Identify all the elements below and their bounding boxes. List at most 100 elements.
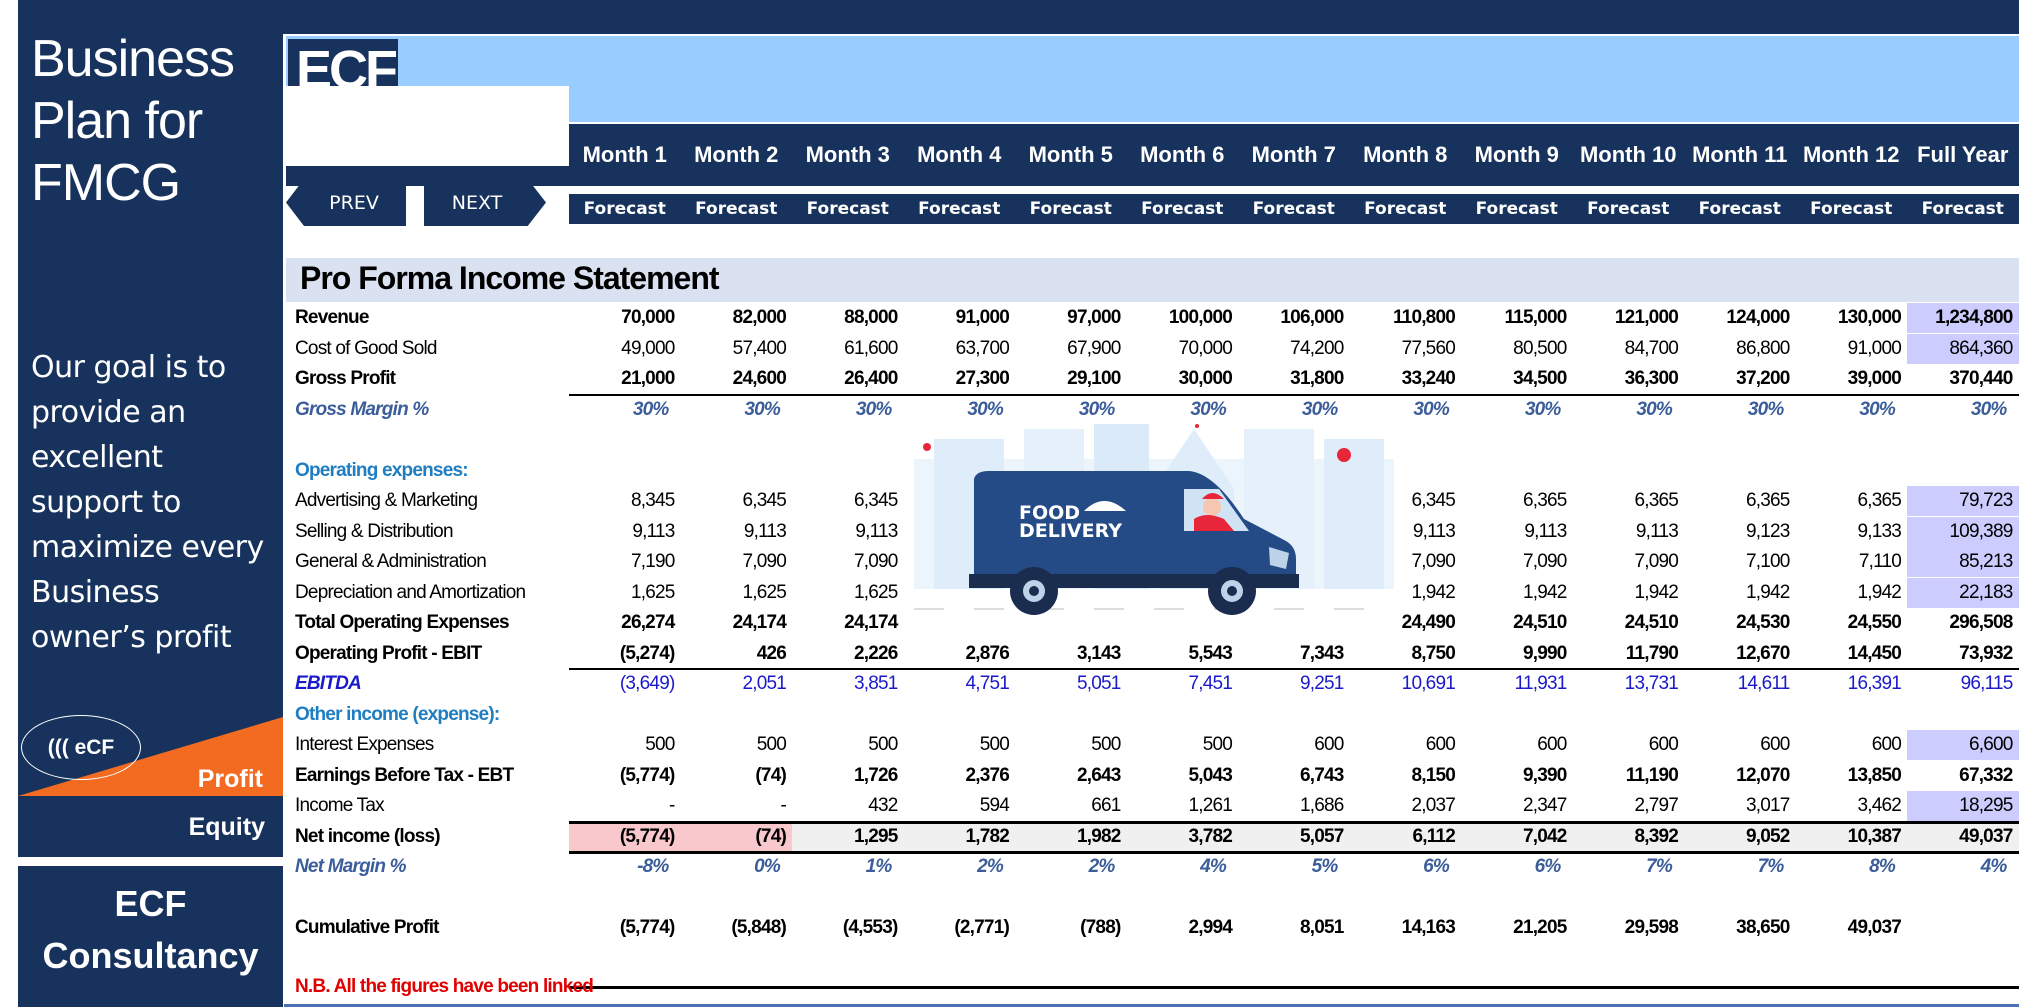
cell-9[interactable]: 1,942 xyxy=(1573,578,1685,608)
cell-0[interactable]: 30% xyxy=(569,395,681,425)
cell-12[interactable]: 49,037 xyxy=(1907,821,2019,852)
cell-4[interactable]: 5,051 xyxy=(1015,669,1127,699)
cell-12[interactable]: 79,723 xyxy=(1907,486,2019,516)
cell-11[interactable]: 10,387 xyxy=(1795,821,1907,852)
cell-2[interactable]: 1,625 xyxy=(792,578,904,608)
cell-11[interactable]: 3,462 xyxy=(1796,791,1908,821)
cell-5[interactable]: 4% xyxy=(1127,852,1239,882)
cell-8[interactable]: 7,042 xyxy=(1461,821,1573,852)
cell-8[interactable]: 7,090 xyxy=(1461,547,1573,577)
cell-11[interactable]: 24,550 xyxy=(1796,608,1908,638)
cell-8[interactable]: 115,000 xyxy=(1461,303,1573,333)
cell-12[interactable]: 864,360 xyxy=(1907,333,2019,364)
cell-11[interactable]: 49,037 xyxy=(1796,913,1908,943)
cell-1[interactable]: 6,345 xyxy=(681,486,793,516)
cell-1[interactable]: 24,600 xyxy=(681,364,793,394)
cell-9[interactable]: 121,000 xyxy=(1573,303,1685,333)
cell-12[interactable]: 4% xyxy=(1907,852,2019,882)
cell-3[interactable]: 2,876 xyxy=(904,639,1016,669)
cell-9[interactable]: 7% xyxy=(1573,852,1685,882)
cell-4[interactable]: 29,100 xyxy=(1015,364,1127,394)
cell-4[interactable]: 2,643 xyxy=(1015,761,1127,791)
cell-10[interactable]: 86,800 xyxy=(1684,334,1796,364)
cell-1[interactable]: 82,000 xyxy=(681,303,793,333)
cell-3[interactable]: 500 xyxy=(904,730,1016,760)
cell-8[interactable]: 1,942 xyxy=(1461,578,1573,608)
cell-7[interactable]: 110,800 xyxy=(1350,303,1462,333)
cell-10[interactable]: 38,650 xyxy=(1684,913,1796,943)
cell-5[interactable]: 100,000 xyxy=(1127,303,1239,333)
cell-11[interactable]: 39,000 xyxy=(1796,364,1908,394)
cell-5[interactable]: 3,782 xyxy=(1126,821,1238,852)
cell-1[interactable]: 1,625 xyxy=(681,578,793,608)
cell-12[interactable]: 67,332 xyxy=(1907,761,2019,791)
cell-4[interactable]: 1,982 xyxy=(1015,821,1127,852)
cell-0[interactable]: (5,274) xyxy=(569,639,681,669)
cell-9[interactable]: 11,790 xyxy=(1573,639,1685,669)
cell-5[interactable]: 500 xyxy=(1127,730,1239,760)
cell-0[interactable]: (5,774) xyxy=(569,761,681,791)
cell-2[interactable]: 1,726 xyxy=(792,761,904,791)
cell-12[interactable]: 370,440 xyxy=(1907,364,2019,394)
cell-3[interactable]: 4,751 xyxy=(904,669,1016,699)
cell-7[interactable]: 77,560 xyxy=(1350,334,1462,364)
cell-9[interactable]: 8,392 xyxy=(1572,821,1684,852)
cell-10[interactable]: 3,017 xyxy=(1684,791,1796,821)
cell-10[interactable]: 7% xyxy=(1684,852,1796,882)
cell-6[interactable]: 106,000 xyxy=(1238,303,1350,333)
cell-9[interactable]: 84,700 xyxy=(1573,334,1685,364)
cell-9[interactable]: 13,731 xyxy=(1573,669,1685,699)
cell-4[interactable]: (788) xyxy=(1015,913,1127,943)
cell-0[interactable]: 21,000 xyxy=(569,364,681,394)
cell-11[interactable]: 91,000 xyxy=(1796,334,1908,364)
cell-9[interactable]: 36,300 xyxy=(1573,364,1685,394)
cell-10[interactable]: 1,942 xyxy=(1684,578,1796,608)
cell-5[interactable]: 70,000 xyxy=(1127,334,1239,364)
cell-8[interactable]: 80,500 xyxy=(1461,334,1573,364)
cell-12[interactable]: 296,508 xyxy=(1907,608,2019,638)
cell-5[interactable]: 1,261 xyxy=(1127,791,1239,821)
cell-11[interactable]: 14,450 xyxy=(1796,639,1908,669)
cell-8[interactable]: 34,500 xyxy=(1461,364,1573,394)
cell-3[interactable]: 27,300 xyxy=(904,364,1016,394)
cell-1[interactable]: 2,051 xyxy=(681,669,793,699)
cell-7[interactable]: 8,150 xyxy=(1350,761,1462,791)
cell-8[interactable]: 24,510 xyxy=(1461,608,1573,638)
cell-12[interactable]: 96,115 xyxy=(1907,669,2019,699)
cell-0[interactable]: 70,000 xyxy=(569,303,681,333)
cell-9[interactable]: 2,797 xyxy=(1573,791,1685,821)
cell-10[interactable]: 12,070 xyxy=(1684,761,1796,791)
cell-9[interactable]: 6,365 xyxy=(1573,486,1685,516)
cell-1[interactable]: (74) xyxy=(680,821,792,852)
cell-2[interactable]: 1% xyxy=(792,852,904,882)
cell-5[interactable]: 5,043 xyxy=(1127,761,1239,791)
cell-10[interactable]: 14,611 xyxy=(1684,669,1796,699)
cell-0[interactable]: 8,345 xyxy=(569,486,681,516)
cell-12[interactable] xyxy=(1907,913,2019,943)
cell-6[interactable]: 6,743 xyxy=(1238,761,1350,791)
cell-11[interactable]: 600 xyxy=(1796,730,1908,760)
cell-9[interactable]: 24,510 xyxy=(1573,608,1685,638)
cell-11[interactable]: 130,000 xyxy=(1796,303,1908,333)
cell-8[interactable]: 6,365 xyxy=(1461,486,1573,516)
cell-8[interactable]: 11,931 xyxy=(1461,669,1573,699)
cell-1[interactable]: 500 xyxy=(681,730,793,760)
cell-12[interactable]: 85,213 xyxy=(1907,547,2019,577)
cell-5[interactable]: 7,451 xyxy=(1127,669,1239,699)
cell-8[interactable]: 6% xyxy=(1461,852,1573,882)
next-button[interactable]: NEXT xyxy=(424,179,546,226)
cell-8[interactable]: 30% xyxy=(1461,395,1573,425)
cell-10[interactable]: 9,052 xyxy=(1684,821,1796,852)
cell-1[interactable]: 30% xyxy=(681,395,793,425)
cell-2[interactable]: 61,600 xyxy=(792,334,904,364)
cell-11[interactable]: 1,942 xyxy=(1796,578,1908,608)
cell-7[interactable]: 10,691 xyxy=(1350,669,1462,699)
cell-10[interactable]: 30% xyxy=(1684,395,1796,425)
cell-11[interactable]: 13,850 xyxy=(1796,761,1908,791)
cell-6[interactable]: 1,686 xyxy=(1238,791,1350,821)
cell-6[interactable]: 5,057 xyxy=(1238,821,1350,852)
cell-3[interactable]: 594 xyxy=(904,791,1016,821)
cell-10[interactable]: 124,000 xyxy=(1684,303,1796,333)
cell-12[interactable]: 109,389 xyxy=(1907,516,2019,547)
cell-4[interactable]: 97,000 xyxy=(1015,303,1127,333)
